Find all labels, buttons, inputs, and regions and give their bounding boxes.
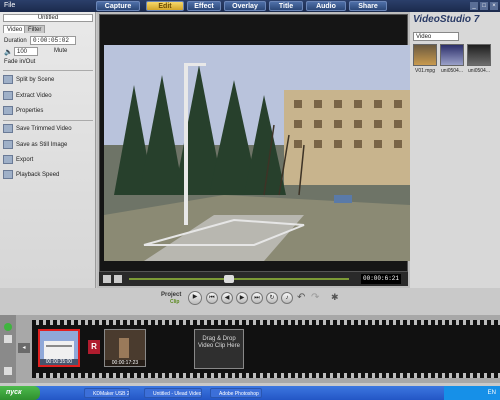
extract-video-button[interactable]: Extract Video bbox=[3, 90, 93, 102]
previous-frame-icon[interactable]: ◀ bbox=[221, 292, 233, 304]
brand-title: VideoStudio 7 bbox=[413, 14, 480, 25]
library-thumbnail[interactable] bbox=[467, 44, 491, 66]
project-title-field[interactable]: Untitled bbox=[3, 14, 93, 22]
settings-icon[interactable]: ✱ bbox=[331, 292, 339, 303]
divider bbox=[3, 120, 93, 121]
redo-icon[interactable]: ↷ bbox=[311, 292, 319, 303]
tab-audio[interactable]: Audio bbox=[306, 1, 346, 11]
scrub-handle[interactable] bbox=[224, 275, 234, 283]
action-label: Save Trimmed Video bbox=[16, 126, 72, 132]
tab-title[interactable]: Title bbox=[269, 1, 303, 11]
tab-overlay[interactable]: Overlay bbox=[224, 1, 266, 11]
storyboard-view-icon[interactable] bbox=[4, 323, 12, 331]
duration-label: Duration bbox=[4, 38, 27, 44]
maximize-icon[interactable]: □ bbox=[480, 2, 488, 10]
undo-icon[interactable]: ↶ bbox=[297, 292, 305, 303]
task-button[interactable]: Adobe Photoshop bbox=[210, 388, 262, 398]
taskbar: пуск KDMaker USB 2.0 Untitled - Ulead Vi… bbox=[0, 386, 500, 400]
fade-button[interactable]: Fade in/Out bbox=[4, 59, 35, 65]
mark-out-icon[interactable] bbox=[114, 275, 122, 283]
scrub-bar[interactable] bbox=[129, 278, 349, 280]
tab-edit[interactable]: Edit bbox=[146, 1, 184, 11]
tab-capture[interactable]: Capture bbox=[96, 1, 140, 11]
action-label: Save as Still Image bbox=[16, 142, 68, 148]
library-panel: VideoStudio 7 Video V01.mpg uni0504... u… bbox=[410, 12, 500, 288]
film-perforation bbox=[32, 320, 500, 325]
clip-duration: 00:00:35:00 bbox=[40, 359, 78, 365]
volume-icon[interactable]: ♪ bbox=[281, 292, 293, 304]
save-trimmed-video-button[interactable]: Save Trimmed Video bbox=[3, 123, 93, 135]
drop-zone[interactable]: Drag & Drop Video Clip Here bbox=[194, 329, 244, 369]
image-icon bbox=[3, 139, 13, 149]
storyboard-timeline: ◂ 00:00:35:00 R 00:00:17:23 Drag & Drop … bbox=[0, 315, 500, 383]
export-button[interactable]: Export bbox=[3, 154, 93, 166]
clip-label[interactable]: Clip bbox=[170, 299, 179, 305]
repeat-icon[interactable]: ↻ bbox=[266, 292, 278, 304]
transition-icon[interactable]: R bbox=[88, 340, 100, 354]
action-label: Properties bbox=[16, 108, 44, 114]
playback-controls: Project Clip ▶ ⏮ ◀ ▶ ⏭ ↻ ♪ ↶ ↷ ✱ bbox=[97, 288, 410, 308]
save-still-image-button[interactable]: Save as Still Image bbox=[3, 139, 93, 151]
tab-effect[interactable]: Effect bbox=[187, 1, 221, 11]
action-label: Playback Speed bbox=[16, 172, 60, 178]
timecode-display[interactable]: 00:00:6:21 bbox=[361, 274, 401, 284]
split-by-scene-button[interactable]: Split by Scene bbox=[3, 74, 93, 86]
film-perforation bbox=[32, 373, 500, 378]
zoom-icon[interactable] bbox=[4, 367, 12, 375]
mark-in-icon[interactable] bbox=[103, 275, 111, 283]
storyboard-filmstrip: 00:00:35:00 R 00:00:17:23 Drag & Drop Vi… bbox=[32, 320, 500, 378]
library-category-select[interactable]: Video bbox=[413, 32, 459, 41]
thumbnail-label: uni0504... bbox=[468, 68, 490, 74]
tab-share[interactable]: Share bbox=[349, 1, 387, 11]
thumbnail-label: uni0504... bbox=[441, 68, 463, 74]
task-button[interactable]: Untitled - Ulead Video... bbox=[144, 388, 202, 398]
clip-thumbnail[interactable]: 00:00:17:23 bbox=[104, 329, 146, 367]
thumbnail-label: V01.mpg bbox=[414, 68, 435, 74]
action-label: Export bbox=[16, 157, 34, 163]
start-button[interactable]: пуск bbox=[0, 386, 40, 400]
properties-icon bbox=[3, 105, 13, 115]
library-thumbnail[interactable] bbox=[440, 44, 464, 66]
video-frame bbox=[104, 45, 410, 261]
file-menu[interactable]: File bbox=[4, 2, 15, 9]
timeline-view-icon[interactable] bbox=[4, 335, 12, 343]
play-icon[interactable]: ▶ bbox=[188, 291, 202, 305]
split-icon bbox=[3, 74, 13, 84]
scroll-left-icon[interactable]: ◂ bbox=[18, 343, 30, 353]
go-to-start-icon[interactable]: ⏮ bbox=[206, 292, 218, 304]
volume-field[interactable]: 100 bbox=[14, 47, 38, 56]
system-tray: EN bbox=[444, 386, 500, 400]
tab-video[interactable]: Video bbox=[3, 25, 27, 33]
extract-icon bbox=[3, 90, 13, 100]
tab-filter[interactable]: Filter bbox=[24, 25, 46, 33]
options-panel: Untitled Video Filter Duration 0:00:05:0… bbox=[0, 12, 96, 288]
timeline-toolbar bbox=[0, 315, 16, 383]
menu-bar: File Capture Edit Effect Overlay Title A… bbox=[0, 0, 500, 12]
duration-field[interactable]: 0:00:05:02 bbox=[30, 36, 76, 45]
task-button[interactable]: KDMaker USB 2.0 bbox=[84, 388, 130, 398]
preview-transport-bar: 00:00:6:21 bbox=[99, 272, 408, 286]
next-frame-icon[interactable]: ▶ bbox=[236, 292, 248, 304]
close-icon[interactable]: × bbox=[490, 2, 498, 10]
divider bbox=[3, 70, 93, 71]
action-label: Split by Scene bbox=[16, 77, 55, 83]
save-video-icon bbox=[3, 123, 13, 133]
export-icon bbox=[3, 154, 13, 164]
go-to-end-icon[interactable]: ⏭ bbox=[251, 292, 263, 304]
preview-panel: 00:00:6:21 bbox=[97, 12, 410, 288]
speed-icon bbox=[3, 169, 13, 179]
properties-button[interactable]: Properties bbox=[3, 105, 93, 117]
clip-duration: 00:00:17:23 bbox=[105, 360, 145, 366]
preview-screen bbox=[99, 14, 410, 272]
mute-button[interactable]: Mute bbox=[54, 48, 67, 54]
action-label: Extract Video bbox=[16, 93, 52, 99]
speaker-icon: 🔈 bbox=[4, 49, 13, 56]
playback-speed-button[interactable]: Playback Speed bbox=[3, 169, 93, 181]
clip-thumbnail-selected[interactable]: 00:00:35:00 bbox=[38, 329, 80, 367]
project-label[interactable]: Project bbox=[161, 292, 181, 298]
library-thumbnail[interactable] bbox=[413, 44, 437, 66]
minimize-icon[interactable]: _ bbox=[470, 2, 478, 10]
